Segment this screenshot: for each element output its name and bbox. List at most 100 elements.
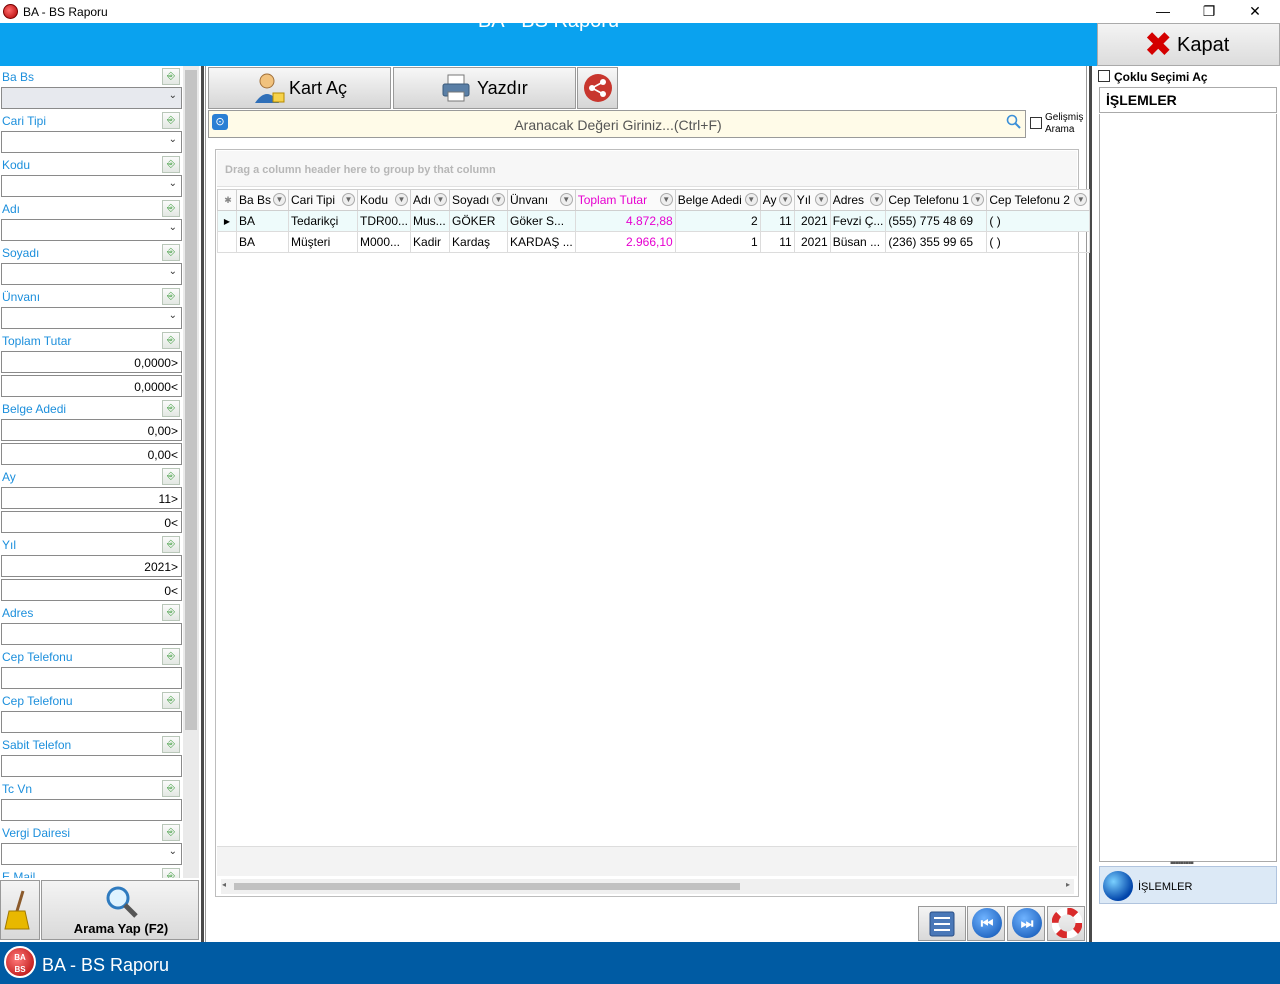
- grid-corner-cell[interactable]: ✱: [217, 189, 237, 211]
- table-cell[interactable]: 2: [674, 210, 761, 232]
- table-cell[interactable]: 11: [759, 210, 795, 232]
- filter-panel-scroll-thumb[interactable]: [185, 70, 197, 730]
- filter-apply-icon[interactable]: ⎆: [162, 692, 180, 709]
- filter-input[interactable]: ⌄: [1, 131, 182, 153]
- table-cell[interactable]: (555) 775 48 69: [885, 210, 988, 232]
- first-record-button[interactable]: ⏮: [967, 906, 1005, 941]
- filter-input[interactable]: 0,00>: [1, 419, 182, 441]
- column-header-kodu[interactable]: Kodu ▼: [356, 189, 412, 211]
- column-header-cep-telefonu-2[interactable]: Cep Telefonu 2 ▼: [986, 189, 1091, 211]
- filter-apply-icon[interactable]: ⎆: [162, 536, 180, 553]
- filter-apply-icon[interactable]: ⎆: [162, 736, 180, 753]
- filter-input[interactable]: [1, 667, 182, 689]
- table-cell[interactable]: M000...: [356, 231, 412, 253]
- filter-apply-icon[interactable]: ⎆: [162, 604, 180, 621]
- filter-icon[interactable]: ▼: [870, 193, 884, 206]
- filter-input[interactable]: 2021>: [1, 555, 182, 577]
- table-cell[interactable]: 1: [674, 231, 761, 253]
- table-cell[interactable]: BA: [236, 231, 289, 253]
- clear-filters-button[interactable]: [0, 880, 40, 940]
- filter-icon[interactable]: ▼: [559, 193, 573, 206]
- print-button[interactable]: Yazdır: [393, 67, 576, 109]
- filter-input[interactable]: 0<: [1, 511, 182, 533]
- filter-apply-icon[interactable]: ⎆: [162, 780, 180, 797]
- filter-apply-icon[interactable]: ⎆: [162, 244, 180, 261]
- column-header-adres[interactable]: Adres ▼: [829, 189, 887, 211]
- filter-icon[interactable]: ▼: [273, 193, 286, 206]
- filter-apply-icon[interactable]: ⎆: [162, 112, 180, 129]
- multi-select-checkbox[interactable]: [1098, 70, 1110, 82]
- filter-input[interactable]: [1, 711, 182, 733]
- open-card-button[interactable]: Kart Aç: [208, 67, 391, 109]
- filter-apply-icon[interactable]: ⎆: [162, 288, 180, 305]
- advanced-search-checkbox[interactable]: [1030, 117, 1042, 129]
- table-cell[interactable]: 2.966,10: [574, 231, 676, 253]
- column-header-toplam-tutar[interactable]: Toplam Tutar ▼: [574, 189, 676, 211]
- filter-input[interactable]: ⌄: [1, 263, 182, 285]
- table-cell[interactable]: BA: [236, 210, 289, 232]
- search-input[interactable]: ⊙ Aranacak Değeri Giriniz...(Ctrl+F): [208, 110, 1026, 138]
- chevron-down-icon[interactable]: ⌄: [169, 846, 177, 857]
- filter-input[interactable]: ⌄: [1, 175, 182, 197]
- scroll-right-icon[interactable]: ▸: [1066, 880, 1070, 889]
- table-cell[interactable]: Mus...: [410, 210, 451, 232]
- chevron-down-icon[interactable]: ⌄: [169, 134, 177, 145]
- table-cell[interactable]: ( ): [986, 231, 1091, 253]
- filter-icon[interactable]: ▼: [395, 193, 409, 206]
- column-header-adi[interactable]: Adı ▼: [410, 189, 451, 211]
- table-cell[interactable]: TDR00...: [356, 210, 412, 232]
- table-cell[interactable]: (236) 355 99 65: [885, 231, 988, 253]
- chevron-down-icon[interactable]: ⌄: [169, 90, 177, 101]
- table-cell[interactable]: Kadir: [410, 231, 451, 253]
- table-cell[interactable]: Büsan ...: [829, 231, 887, 253]
- close-window-button[interactable]: ✕: [1232, 0, 1278, 23]
- table-cell[interactable]: Fevzi Ç...: [829, 210, 887, 232]
- table-cell[interactable]: 4.872,88: [574, 210, 676, 232]
- filter-icon[interactable]: ▼: [971, 193, 985, 206]
- filter-apply-icon[interactable]: ⎆: [162, 868, 180, 878]
- column-header-cari-tipi[interactable]: Cari Tipi ▼: [288, 189, 358, 211]
- table-cell[interactable]: ( ): [986, 210, 1091, 232]
- filter-apply-icon[interactable]: ⎆: [162, 68, 180, 85]
- filter-icon[interactable]: ▼: [659, 193, 673, 206]
- filter-input[interactable]: 11>: [1, 487, 182, 509]
- filter-apply-icon[interactable]: ⎆: [162, 200, 180, 217]
- close-button[interactable]: ✖ Kapat: [1097, 23, 1280, 66]
- filter-input[interactable]: [1, 755, 182, 777]
- chevron-down-icon[interactable]: ⌄: [169, 222, 177, 233]
- table-cell[interactable]: 2021: [793, 210, 831, 232]
- filter-input[interactable]: [1, 623, 182, 645]
- last-record-button[interactable]: ⏭: [1007, 906, 1045, 941]
- filter-apply-icon[interactable]: ⎆: [162, 156, 180, 173]
- filter-input[interactable]: ⌄: [1, 843, 182, 865]
- column-header-yil[interactable]: Yıl ▼: [793, 189, 831, 211]
- column-header-cep-telefonu-1[interactable]: Cep Telefonu 1 ▼: [885, 189, 988, 211]
- table-cell[interactable]: 2021: [793, 231, 831, 253]
- filter-icon[interactable]: ▼: [814, 193, 828, 206]
- filter-input[interactable]: 0,0000<: [1, 375, 182, 397]
- row-indicator[interactable]: ▶: [217, 210, 237, 232]
- table-cell[interactable]: Tedarikçi: [288, 210, 358, 232]
- filter-icon[interactable]: ▼: [1074, 193, 1088, 206]
- table-cell[interactable]: GÖKER: [449, 210, 509, 232]
- search-button[interactable]: Arama Yap (F2): [41, 880, 199, 940]
- table-cell[interactable]: Müşteri: [288, 231, 358, 253]
- left-splitter[interactable]: [201, 66, 204, 942]
- chevron-down-icon[interactable]: ⌄: [169, 178, 177, 189]
- chevron-down-icon[interactable]: ⌄: [169, 310, 177, 321]
- scroll-left-icon[interactable]: ◂: [222, 880, 226, 889]
- table-row[interactable]: BA Müşteri M000... Kadir Kardaş KARDAŞ .…: [217, 231, 1091, 253]
- chevron-down-icon[interactable]: ⌄: [169, 266, 177, 277]
- column-header-ay[interactable]: Ay ▼: [759, 189, 795, 211]
- table-row[interactable]: ▶ BA Tedarikçi TDR00... Mus... GÖKER Gök…: [217, 210, 1091, 232]
- filter-icon[interactable]: ▼: [744, 193, 758, 206]
- filter-icon[interactable]: ▼: [342, 193, 355, 206]
- filter-input[interactable]: 0,00<: [1, 443, 182, 465]
- table-cell[interactable]: KARDAŞ ...: [507, 231, 576, 253]
- filter-input[interactable]: [1, 799, 182, 821]
- filter-input[interactable]: 0,0000>: [1, 351, 182, 373]
- filter-input[interactable]: ⌄: [1, 219, 182, 241]
- column-header-soyadi[interactable]: Soyadı ▼: [449, 189, 509, 211]
- grid-scroll-thumb[interactable]: [234, 883, 740, 890]
- column-header-belge-adedi[interactable]: Belge Adedi ▼: [674, 189, 761, 211]
